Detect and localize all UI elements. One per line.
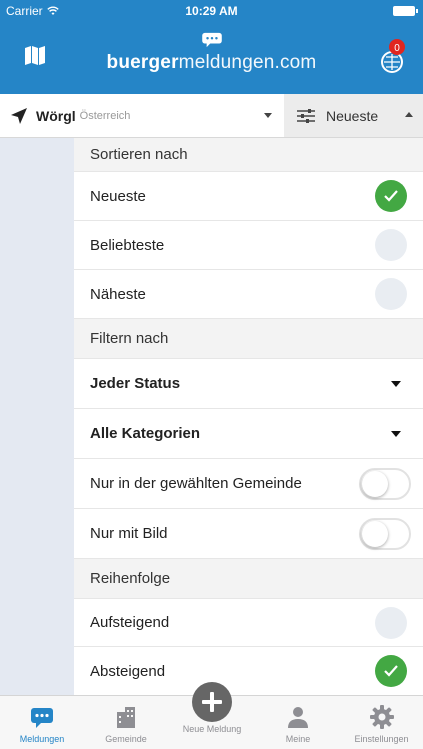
sort-option-label: Näheste (90, 285, 146, 303)
section-header-sort: Sortieren nach (74, 138, 423, 172)
order-option-ascending[interactable]: Aufsteigend (74, 599, 423, 647)
radio-unselected-icon (375, 278, 407, 310)
brand-name: buergermeldungen.com (0, 52, 423, 74)
dimmed-list-background[interactable] (0, 138, 74, 695)
speech-bubble-icon (201, 32, 222, 48)
plus-circle-icon (192, 682, 232, 722)
chat-bubble-icon (31, 708, 53, 728)
section-header-order: Reihenfolge (74, 559, 423, 599)
category-filter-dropdown[interactable]: Alle Kategorien (74, 409, 423, 459)
location-arrow-icon (11, 107, 27, 124)
order-option-label: Absteigend (90, 662, 166, 680)
gear-icon (369, 705, 394, 729)
checkmark-icon (375, 180, 407, 212)
chevron-down-icon (264, 113, 272, 118)
sort-selector[interactable]: Neueste (284, 94, 423, 137)
sort-option-label: Neueste (90, 187, 146, 205)
tab-bar: Meldungen Gemeinde Neue Meldung Meine Ei… (0, 682, 423, 749)
location-selector[interactable]: Wörgl Österreich (0, 94, 284, 137)
caret-down-icon (391, 381, 401, 387)
clock: 10:29 AM (185, 4, 238, 18)
municipality-only-toggle[interactable] (359, 468, 411, 500)
radio-unselected-icon (375, 229, 407, 261)
sort-option-popular[interactable]: Beliebteste (74, 221, 423, 270)
app-header: buergermeldungen.com 0 (0, 22, 423, 94)
sort-selector-label: Neueste (326, 107, 379, 124)
caret-down-icon (391, 431, 401, 437)
tab-mine[interactable]: Meine (256, 696, 340, 749)
notification-badge-count: 0 (394, 43, 400, 54)
person-icon (288, 707, 308, 728)
tab-municipality-label: Gemeinde (105, 734, 147, 744)
building-icon (117, 707, 135, 728)
chevron-up-icon (405, 112, 413, 117)
sort-option-newest[interactable]: Neueste (74, 172, 423, 221)
section-header-order-label: Reihenfolge (90, 570, 171, 587)
tab-settings-label: Einstellungen (354, 734, 409, 744)
section-header-sort-label: Sortieren nach (90, 146, 188, 163)
tab-reports[interactable]: Meldungen (0, 696, 84, 749)
toggle-label-image: Nur mit Bild (90, 525, 168, 542)
category-filter-value: Alle Kategorien (90, 425, 201, 442)
tab-new-report-label: Neue Meldung (182, 724, 242, 734)
user-profile-icon[interactable]: 0 (377, 38, 407, 74)
toggle-label-municipality: Nur in der gewählten Gemeinde (90, 475, 302, 492)
brand-name-rest: meldungen.com (178, 52, 317, 73)
sort-filter-panel: Sortieren nach Neueste Beliebteste Nähes… (74, 138, 423, 695)
sort-option-label: Beliebteste (90, 236, 165, 254)
section-header-filter-label: Filtern nach (90, 330, 169, 347)
status-filter-value: Jeder Status (90, 375, 181, 392)
image-only-toggle[interactable] (359, 518, 411, 550)
section-header-filter: Filtern nach (74, 319, 423, 359)
status-bar: Carrier 10:29 AM (0, 0, 423, 22)
toggle-row-municipality: Nur in der gewählten Gemeinde (74, 459, 423, 509)
sort-option-nearest[interactable]: Näheste (74, 270, 423, 319)
order-option-label: Aufsteigend (90, 614, 170, 631)
location-country: Österreich (79, 109, 131, 122)
brand-logo: buergermeldungen.com (0, 32, 423, 74)
sliders-icon (297, 108, 315, 123)
order-option-descending[interactable]: Absteigend (74, 647, 423, 695)
radio-unselected-icon (375, 607, 407, 639)
tab-new-report[interactable]: Neue Meldung (168, 682, 256, 749)
tab-reports-label: Meldungen (19, 734, 65, 744)
filter-toolbar: Wörgl Österreich Neueste (0, 94, 423, 138)
checkmark-icon (375, 655, 407, 687)
location-city: Wörgl (36, 107, 76, 124)
status-filter-dropdown[interactable]: Jeder Status (74, 359, 423, 409)
toggle-row-image: Nur mit Bild (74, 509, 423, 559)
battery-icon (393, 6, 418, 16)
toggle-knob (362, 471, 388, 497)
tab-municipality[interactable]: Gemeinde (84, 696, 168, 749)
brand-name-bold: buerger (106, 52, 179, 73)
toggle-knob (362, 521, 388, 547)
tab-mine-label: Meine (285, 734, 311, 744)
tab-settings[interactable]: Einstellungen (340, 696, 423, 749)
